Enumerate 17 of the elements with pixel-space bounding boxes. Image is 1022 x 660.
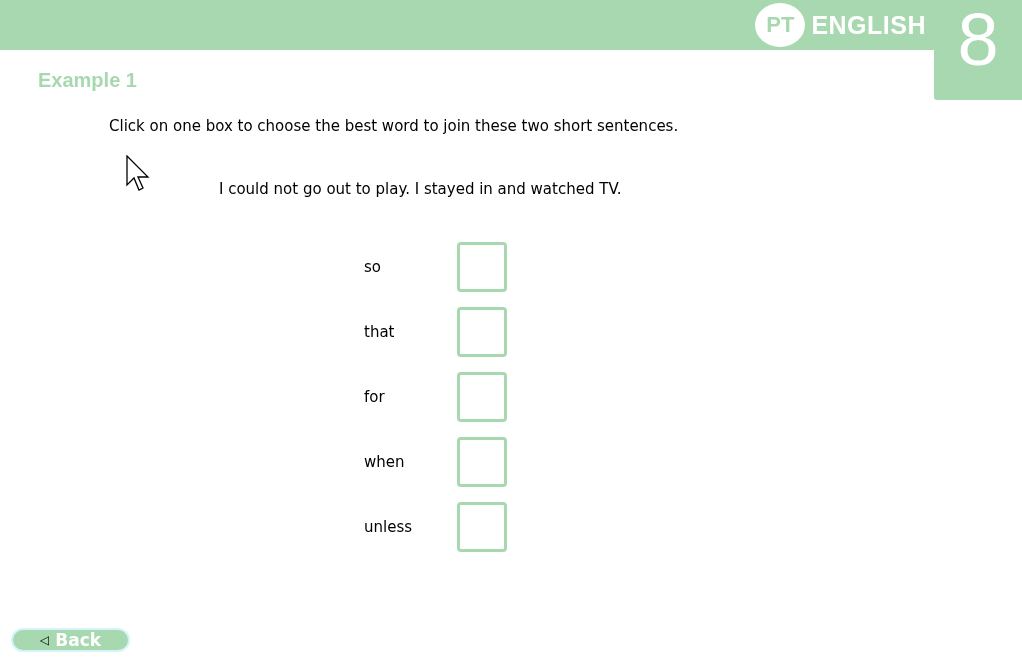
answer-checkbox[interactable] bbox=[457, 242, 507, 292]
option-label: when bbox=[364, 453, 406, 471]
answer-checkbox[interactable] bbox=[457, 372, 507, 422]
option-label: that bbox=[364, 323, 396, 341]
back-button[interactable]: ◁ Back bbox=[11, 628, 130, 652]
logo-text: ENGLISH bbox=[811, 10, 926, 40]
mouse-pointer-icon bbox=[126, 155, 150, 193]
instruction-text: Click on one box to choose the best word to join these two short sentences. bbox=[109, 117, 680, 135]
option-label: for bbox=[364, 388, 386, 406]
answer-checkbox[interactable] bbox=[457, 502, 507, 552]
option-label: so bbox=[364, 258, 382, 276]
answer-checkbox[interactable] bbox=[457, 307, 507, 357]
example-title: Example 1 bbox=[38, 69, 138, 92]
option-label: unless bbox=[364, 518, 414, 536]
sentences-text: I could not go out to play. I stayed in and watched TV. bbox=[219, 180, 623, 198]
logo-badge: PT bbox=[755, 3, 806, 47]
answer-checkbox[interactable] bbox=[457, 437, 507, 487]
